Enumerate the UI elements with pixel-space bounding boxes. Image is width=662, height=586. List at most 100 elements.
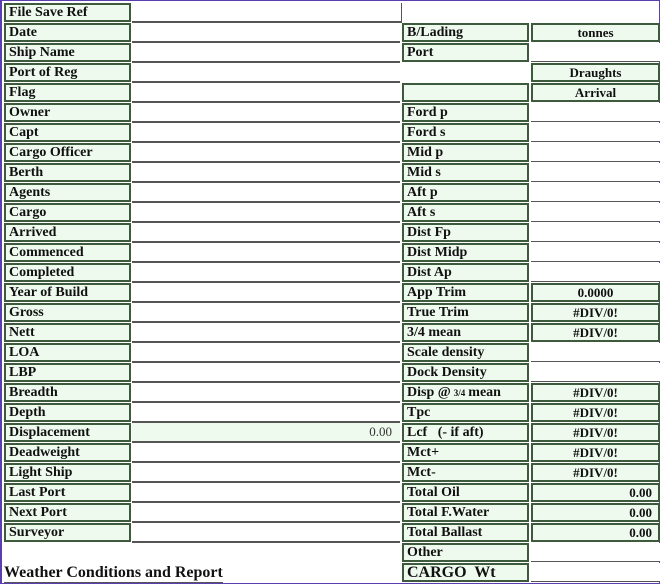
field-value: #DIV/0! [531,463,660,482]
field-value-input[interactable] [132,483,400,503]
field-value-input[interactable] [132,443,400,463]
field-value-input[interactable] [132,363,400,383]
field-label: Year of Build [4,283,131,302]
field-label: File Save Ref [4,3,131,22]
field-value-input[interactable] [132,63,400,83]
field-value-input[interactable] [132,123,400,143]
field-label: Tpc [402,403,529,422]
field-label: Cargo Officer [4,143,131,162]
field-label: Other [402,543,529,562]
field-label: Deadweight [4,443,131,462]
field-value-input[interactable] [132,283,400,303]
field-label: Gross [4,303,131,322]
field-value-input[interactable] [531,543,660,562]
field-label: Ship Name [4,43,131,62]
field-value: 0.00 [531,503,660,522]
field-value-input[interactable] [132,223,400,243]
field-value: #DIV/0! [531,303,660,322]
field-label: Next Port [4,503,131,522]
field-value: 0.00 [531,483,660,502]
field-value-input[interactable] [531,103,660,122]
field-value-input[interactable] [531,243,660,262]
field-value-input[interactable] [531,43,660,62]
field-label: Date [4,23,131,42]
field-value-input[interactable] [531,203,660,222]
field-value: #DIV/0! [531,323,660,342]
field-value-input[interactable] [132,383,400,403]
field-value-input[interactable] [132,103,400,123]
field-label: Total F.Water [402,503,529,522]
field-value: #DIV/0! [531,383,660,402]
field-label: Last Port [4,483,131,502]
field-label: Total Oil [402,483,529,502]
field-label [402,83,529,102]
field-label: Owner [4,103,131,122]
field-label: Depth [4,403,131,422]
field-label: Flag [4,83,131,102]
field-value-input[interactable] [132,183,400,203]
field-label: Total Ballast [402,523,529,542]
field-label: Completed [4,263,131,282]
field-value-input[interactable] [531,223,660,242]
field-label: True Trim [402,303,529,322]
field-value-input[interactable] [531,263,660,282]
field-label: Disp @3/4 mean [402,383,529,402]
field-label: Mct- [402,463,529,482]
field-label: LBP [4,363,131,382]
field-label: Aft p [402,183,529,202]
field-label: Dist Midp [402,243,529,262]
field-label: Lcf (- if aft) [402,423,529,442]
field-label: Surveyor [4,523,131,542]
field-value-input[interactable] [132,523,400,543]
field-label: Aft s [402,203,529,222]
field-label: Capt [4,123,131,142]
field-label: Mid p [402,143,529,162]
field-value-input[interactable] [531,143,660,162]
field-label: LOA [4,343,131,362]
field-label: Agents [4,183,131,202]
field-value-input[interactable] [132,3,402,23]
field-value-input[interactable] [531,183,660,202]
field-label: Mct+ [402,443,529,462]
field-value-input[interactable] [132,203,400,223]
field-label: Cargo [4,203,131,222]
field-label: CARGO Wt [402,563,529,582]
field-value-input[interactable] [132,83,400,103]
field-label: Port [402,43,529,62]
field-value-input[interactable] [132,243,400,263]
field-value-input[interactable] [132,323,400,343]
field-label: Breadth [4,383,131,402]
field-label: B/Lading [402,23,529,42]
field-label: App Trim [402,283,529,302]
field-value: Arrival [531,83,660,102]
field-value-input[interactable] [132,163,400,183]
field-value: 0.00 [531,523,660,542]
field-value-input[interactable] [132,263,400,283]
field-value-input[interactable] [132,303,400,323]
field-value-input[interactable] [531,123,660,142]
field-value-input[interactable] [132,23,400,43]
field-value-input[interactable] [132,143,400,163]
field-value-input[interactable] [531,163,660,182]
field-value-input[interactable] [531,363,660,382]
label-fraction: 3/4 [453,388,466,398]
field-value-input[interactable] [132,343,400,363]
field-label: Ford p [402,103,529,122]
label-suffix: mean [468,385,501,400]
field-value-input[interactable] [531,343,660,362]
field-value: tonnes [531,23,660,42]
field-value: #DIV/0! [531,423,660,442]
field-value-input[interactable] [132,463,400,483]
field-label: Scale density [402,343,529,362]
field-label: Mid s [402,163,529,182]
field-value: #DIV/0! [531,403,660,422]
field-label: Nett [4,323,131,342]
field-value-input[interactable] [531,563,660,582]
field-value-input[interactable]: 0.00 [132,423,400,443]
field-label: Dist Ap [402,263,529,282]
field-label: Dock Density [402,363,529,382]
field-value-input[interactable] [132,43,400,63]
field-value: #DIV/0! [531,443,660,462]
field-value-input[interactable] [132,403,400,423]
field-value-input[interactable] [132,503,400,523]
